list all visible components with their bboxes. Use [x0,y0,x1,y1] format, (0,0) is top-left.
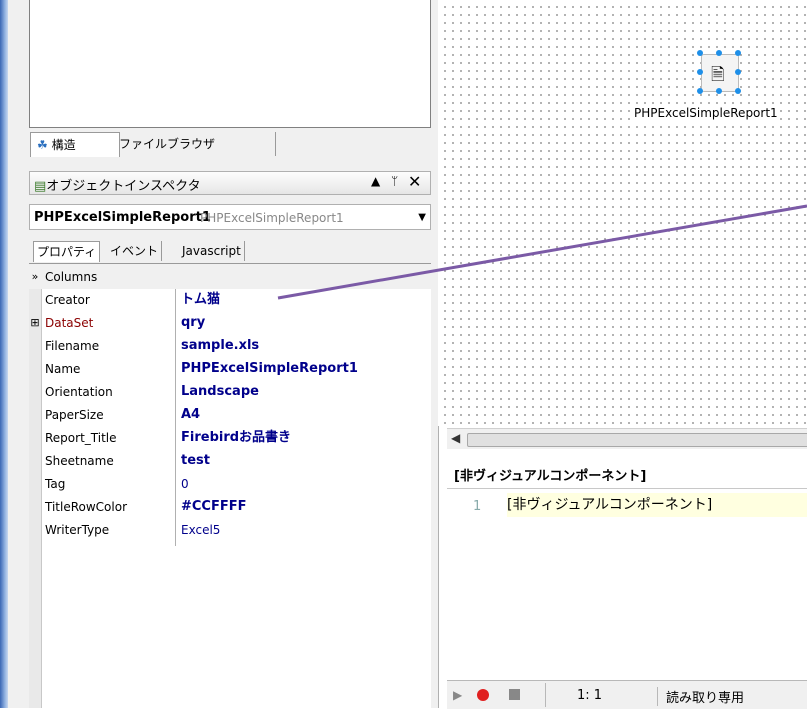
row-marker [29,358,41,380]
property-value[interactable]: test [181,450,210,472]
row-marker [29,427,41,449]
expand-icon[interactable]: ⊞ [29,312,41,334]
property-row[interactable]: PaperSize A4 [29,404,431,427]
row-marker [29,473,41,495]
stop-icon[interactable] [509,689,520,700]
close-icon[interactable]: ✕ [408,172,421,191]
resize-handle[interactable] [697,88,703,94]
edit-mode: 読み取り専用 [657,687,744,706]
property-value[interactable]: 0 [181,473,189,495]
inspector-titlebar: ▤オブジェクトインスペクタ ▲ ᛘ ✕ [29,171,431,195]
property-name: DataSet [45,316,94,330]
chevron-down-icon[interactable]: ▼ [418,212,426,223]
property-name: Sheetname [45,454,114,468]
current-row-icon: » [31,270,39,283]
scrollbar-thumb[interactable] [467,433,807,447]
property-name: Orientation [45,385,113,399]
tab-properties[interactable]: プロパティ [33,241,101,262]
code-line[interactable]: [非ヴィジュアルコンポーネント] [507,493,807,517]
scroll-left-icon[interactable]: ◀ [451,431,460,445]
code-editor[interactable]: 1 [非ヴィジュアルコンポーネント] [447,488,807,681]
play-icon[interactable]: ▶ [453,688,462,702]
row-marker [29,289,41,311]
property-row[interactable]: TitleRowColor #CCFFFF [29,496,431,519]
selected-component-class: PHPExcelSimpleReport1 [200,211,344,225]
property-name: PaperSize [45,408,104,422]
row-marker [29,496,41,518]
left-tabbar: ☘ 構造 ファイルブラウザ [29,130,431,158]
property-row[interactable]: Filename sample.xls [29,335,431,358]
property-value[interactable]: Firebirdお品書き [181,427,291,449]
property-row[interactable]: Name PHPExcelSimpleReport1 [29,358,431,381]
inspector-title: ▤オブジェクトインスペクタ [34,179,201,194]
resize-handle[interactable] [697,50,703,56]
tab-structure-label: 構造 [51,138,76,152]
resize-handle[interactable] [735,50,741,56]
property-name: WriterType [45,523,110,537]
report-icon: 🗎 [711,65,725,85]
horizontal-scrollbar[interactable]: ◀ [447,428,807,449]
resize-handle[interactable] [735,88,741,94]
pin-icon[interactable]: ᛘ [391,174,398,188]
property-name: Filename [45,339,100,353]
property-name: Name [45,362,81,376]
property-name: Creator [45,293,90,307]
line-number: 1 [473,499,482,514]
row-marker [29,450,41,472]
property-row[interactable]: Sheetname test [29,450,431,473]
property-value[interactable]: トム猫 [181,289,220,311]
tab-events[interactable]: イベント [107,241,163,261]
component-label: PHPExcelSimpleReport1 [634,106,778,120]
nonvisual-header: [非ヴィジュアルコンポーネント] [454,469,647,484]
property-value[interactable]: A4 [181,404,200,426]
row-marker [29,335,41,357]
record-icon[interactable] [477,689,489,701]
tab-file-browser[interactable]: ファイルブラウザ [113,132,276,156]
row-marker [29,404,41,426]
property-value[interactable]: sample.xls [181,335,259,357]
tab-structure[interactable]: ☘ 構造 [30,132,120,157]
property-value[interactable]: #CCFFFF [181,496,247,518]
property-row[interactable]: ⊞ DataSet qry [29,312,431,335]
cursor-position: 1: 1 [577,688,603,703]
property-row[interactable]: WriterType Excel5 [29,519,431,542]
window-edge [0,0,8,708]
property-value[interactable]: Landscape [181,381,259,403]
property-name: Tag [45,477,66,491]
property-row[interactable]: » Columns [29,266,431,289]
property-name: Columns [45,270,98,284]
row-marker [29,381,41,403]
structure-icon: ☘ [37,138,48,152]
property-row[interactable]: Orientation Landscape [29,381,431,404]
resize-handle[interactable] [716,88,722,94]
status-bar: ▶ 1: 1 読み取り専用 [447,680,807,709]
resize-handle[interactable] [735,69,741,75]
inspector-subtabs: プロパティ イベント Javascript [29,237,431,264]
property-grid: » Columns Creator トム猫 ⊞ DataSet qry Filename sam… [29,266,431,708]
component-box[interactable]: 🗎 [701,54,739,92]
structure-tree-area[interactable] [29,0,431,128]
property-value[interactable]: qry [181,312,205,334]
divider [545,683,546,707]
property-row[interactable]: Tag 0 [29,473,431,496]
tab-file-browser-label: ファイルブラウザ [119,137,216,151]
resize-handle[interactable] [716,50,722,56]
form-designer[interactable] [438,0,807,426]
property-row[interactable]: Report_Title Firebirdお品書き [29,427,431,450]
resize-handle[interactable] [697,69,703,75]
component-selection[interactable]: 🗎 [697,50,741,96]
property-value[interactable]: Excel5 [181,519,220,541]
property-value[interactable]: PHPExcelSimpleReport1 [181,358,358,380]
inspector-icon: ▤ [34,179,47,194]
row-marker [29,519,41,541]
tab-javascript[interactable]: Javascript [179,241,245,261]
component-selector[interactable]: PHPExcelSimpleReport1 PHPExcelSimpleRepo… [29,204,431,230]
property-row[interactable]: Creator トム猫 [29,289,431,312]
collapse-icon[interactable]: ▲ [371,174,380,188]
property-name: Report_Title [45,431,117,445]
selected-component-name: PHPExcelSimpleReport1 [34,210,211,225]
property-name: TitleRowColor [45,500,128,514]
